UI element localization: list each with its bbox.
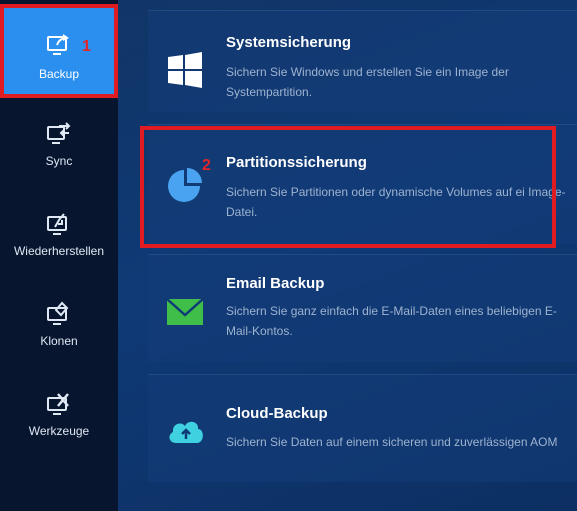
windows-icon bbox=[168, 52, 202, 88]
option-description: Sichern Sie Windows und erstellen Sie ei… bbox=[226, 65, 509, 99]
sidebar-item-label: Klonen bbox=[40, 334, 78, 348]
option-card-system-backup[interactable]: Systemsicherung Sichern Sie Windows und … bbox=[148, 10, 577, 112]
sidebar-item-tools[interactable]: Werkzeuge bbox=[0, 368, 118, 458]
sidebar-item-clone[interactable]: Klonen bbox=[0, 278, 118, 368]
sidebar-item-restore[interactable]: Wiederherstellen bbox=[0, 188, 118, 278]
highlight-box-backup bbox=[0, 4, 118, 98]
sidebar-item-label: Werkzeuge bbox=[28, 424, 90, 438]
sidebar-item-label: Wiederherstellen bbox=[13, 244, 105, 258]
option-title: Email Backup bbox=[226, 275, 325, 292]
restore-icon bbox=[47, 213, 67, 235]
option-card-cloud-backup[interactable]: Cloud-Backup Sichern Sie Daten auf einem… bbox=[148, 374, 577, 482]
cloud-upload-icon bbox=[169, 421, 203, 443]
envelope-icon bbox=[166, 298, 204, 325]
sidebar-item-sync[interactable]: Sync bbox=[0, 98, 118, 188]
option-description: Sichern Sie Daten auf einem sicheren und… bbox=[226, 435, 558, 449]
option-card-email-backup[interactable]: Email Backup Sichern Sie ganz einfach di… bbox=[148, 254, 577, 362]
sidebar-item-label: Sync bbox=[45, 154, 73, 168]
option-description: Sichern Sie ganz einfach die E-Mail-Date… bbox=[226, 304, 557, 338]
highlight-box-partition bbox=[140, 126, 556, 248]
clone-icon bbox=[47, 301, 69, 325]
sync-icon bbox=[47, 122, 71, 144]
option-title: Cloud-Backup bbox=[226, 405, 328, 422]
option-title: Systemsicherung bbox=[226, 34, 352, 51]
tools-icon bbox=[47, 393, 69, 415]
